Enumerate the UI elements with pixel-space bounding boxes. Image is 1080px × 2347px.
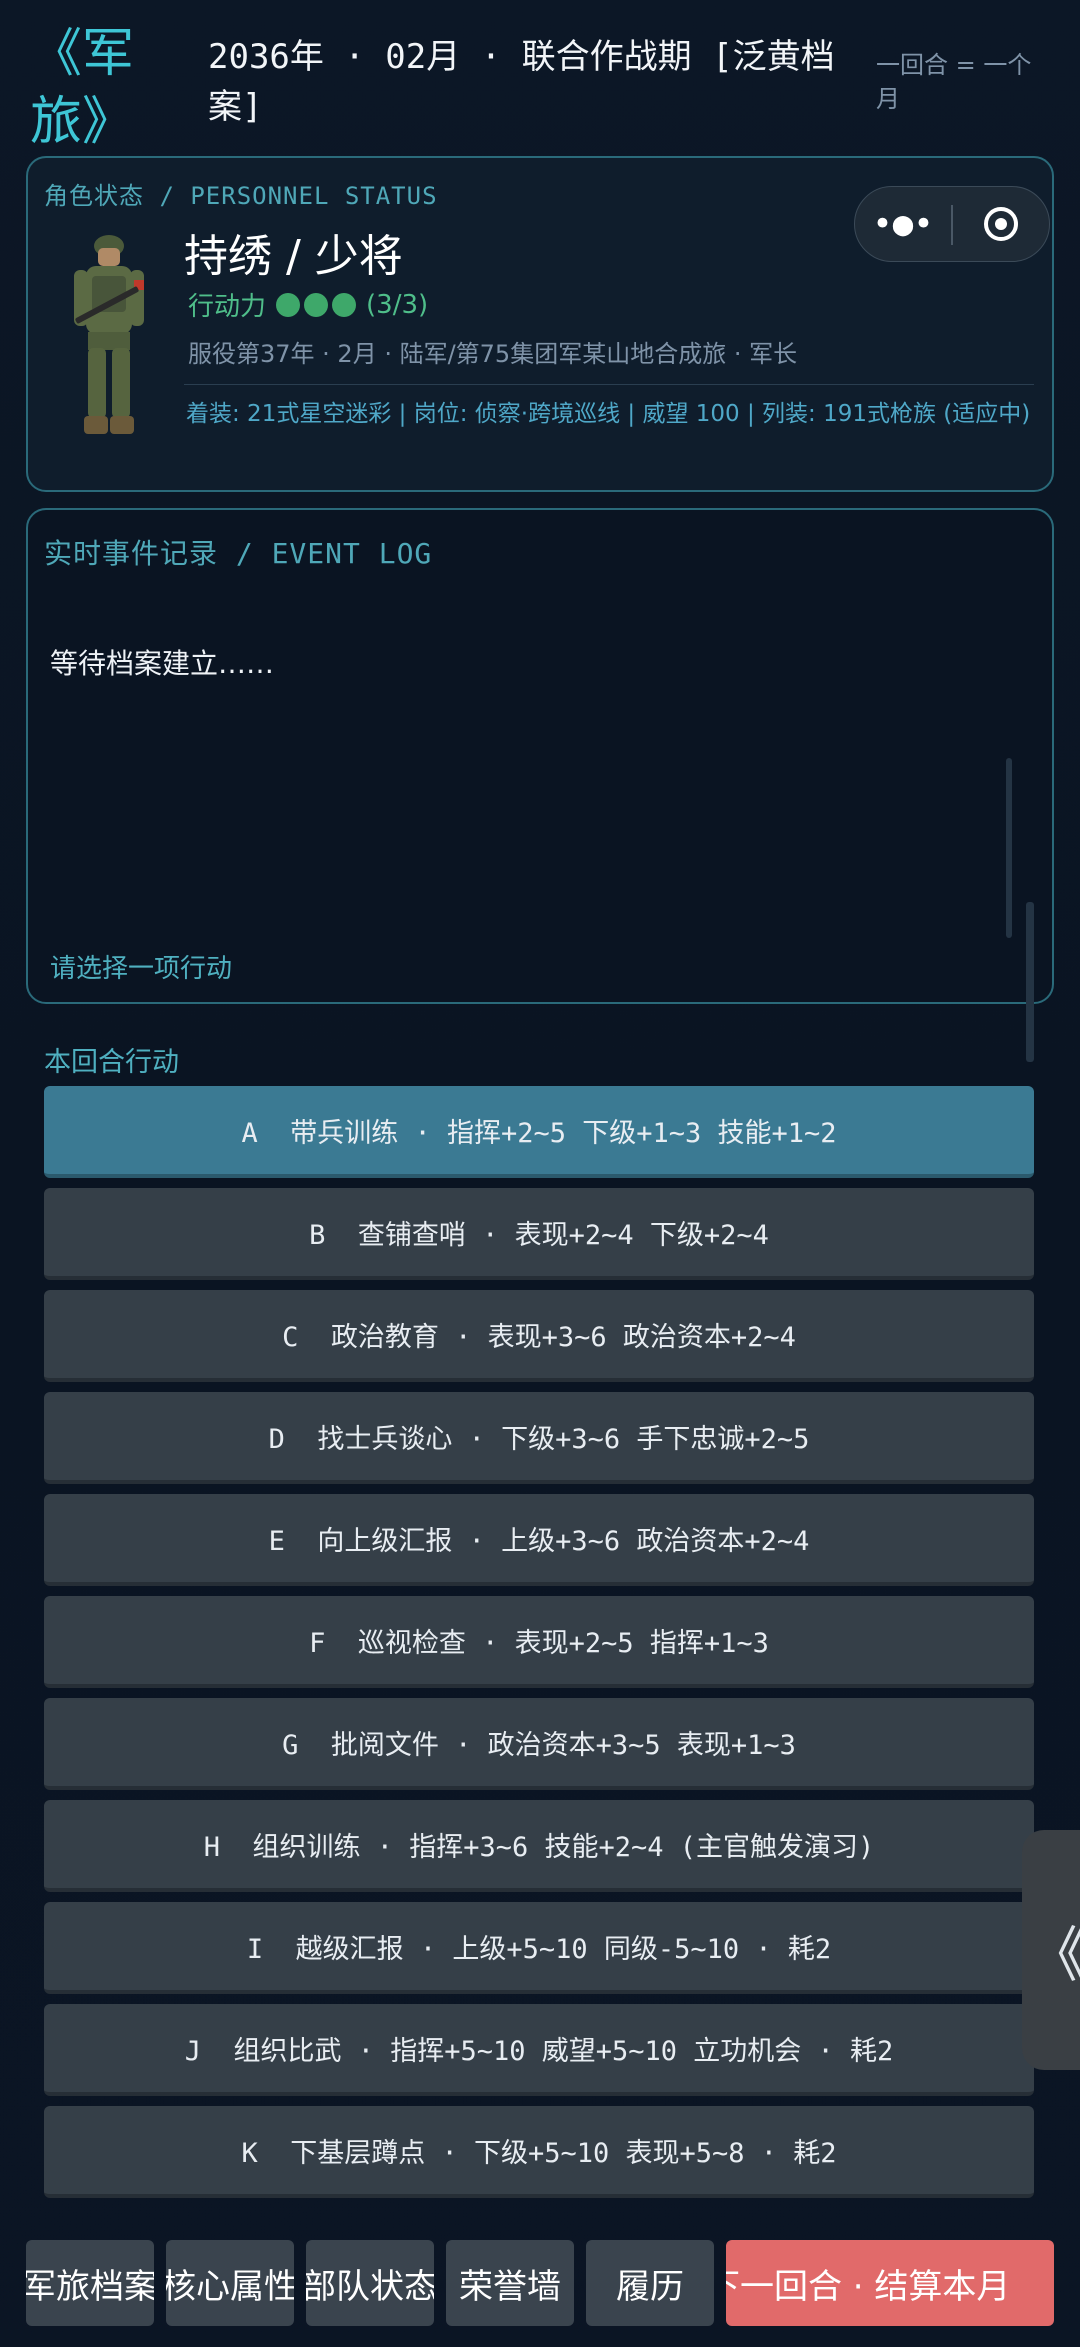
end-turn-button[interactable]: 下一回合 · 结算本月 [726, 2240, 1054, 2326]
section-label-personnel: 角色状态 / PERSONNEL STATUS [44, 182, 438, 210]
service-info: 服役第37年 · 2月 · 陆军/第75集团军某山地合成旅 · 军长 [188, 340, 798, 368]
soldier-avatar [74, 235, 144, 434]
action-prompt: 请选择一项行动 [50, 954, 233, 984]
event-log-panel: 实时事件记录 / EVENT LOG 等待档案建立…… 请选择一项行动 [26, 508, 1054, 1062]
action-button-5[interactable]: F 巡视检查 · 表现+2~5 指挥+1~3 [44, 1596, 1034, 1688]
action-button-4[interactable]: E 向上级汇报 · 上级+3~6 政治资本+2~4 [44, 1494, 1034, 1586]
side-drawer-tab[interactable]: 《 [1022, 1830, 1080, 2070]
more-dots-icon[interactable]: •●• [855, 187, 951, 261]
action-button-7[interactable]: H 组织训练 · 指挥+3~6 技能+2~4 (主官触发演习) [44, 1800, 1034, 1892]
action-button-10[interactable]: K 下基层蹲点 · 下级+5~10 表现+5~8 · 耗2 [44, 2106, 1034, 2198]
personnel-details: 着装: 21式星空迷彩 | 岗位: 侦察·跨境巡线 | 威望 100 | 列装:… [186, 401, 1031, 427]
action-button-1[interactable]: B 查铺查哨 · 表现+2~4 下级+2~4 [44, 1188, 1034, 1280]
nav-archive-button[interactable]: 军旅档案 [26, 2240, 154, 2326]
action-button-2[interactable]: C 政治教育 · 表现+3~6 政治资本+2~4 [44, 1290, 1034, 1382]
action-point-dot [304, 292, 329, 317]
scrollbar[interactable] [1026, 902, 1034, 1062]
action-list: A 带兵训练 · 指挥+2~5 下级+1~3 技能+1~2 B 查铺查哨 · 表现… [44, 1086, 1034, 2208]
action-button-3[interactable]: D 找士兵谈心 · 下级+3~6 手下忠诚+2~5 [44, 1392, 1034, 1484]
app-header: 《军旅》 2036年 · 02月 · 联合作战期 [泛黄档案] 一回合 = 一个… [0, 0, 1080, 152]
action-points-count: (3/3) [366, 289, 429, 320]
personnel-status-panel: 角色状态 / PERSONNEL STATUS •●• 持绣 / 少将 行动力 … [26, 156, 1054, 492]
nav-unit-status-button[interactable]: 部队状态 [306, 2240, 434, 2326]
scrollbar[interactable] [1006, 758, 1012, 938]
bottom-nav: 军旅档案 核心属性 部队状态 荣誉墙 履历 下一回合 · 结算本月 [0, 2230, 1080, 2347]
app-logo: 《军旅》 [30, 24, 135, 152]
nav-attributes-button[interactable]: 核心属性 [166, 2240, 294, 2326]
turn-period-note: 一回合 = 一个月 [876, 51, 1032, 113]
chevron-left-icon: 《 [1027, 1907, 1080, 1994]
actions-title: 本回合行动 [44, 1047, 179, 1078]
miniprogram-capsule[interactable]: •●• [854, 186, 1050, 262]
divider [184, 384, 1034, 385]
event-log-message: 等待档案建立…… [50, 647, 275, 680]
action-button-9[interactable]: J 组织比武 · 指挥+5~10 威望+5~10 立功机会 · 耗2 [44, 2004, 1034, 2096]
action-button-0[interactable]: A 带兵训练 · 指挥+2~5 下级+1~3 技能+1~2 [44, 1086, 1034, 1178]
action-points-label: 行动力 [188, 292, 267, 322]
personnel-name-rank: 持绣 / 少将 [184, 231, 403, 282]
action-button-8[interactable]: I 越级汇报 · 上级+5~10 同级-5~10 · 耗2 [44, 1902, 1034, 1994]
action-button-6[interactable]: G 批阅文件 · 政治资本+3~5 表现+1~3 [44, 1698, 1034, 1790]
end-turn-label: 下一回合 · 结算本月 [726, 2266, 1011, 2307]
target-icon[interactable] [953, 187, 1049, 261]
section-label-event-log: 实时事件记录 / EVENT LOG [44, 537, 433, 570]
action-point-dot [276, 292, 301, 317]
nav-honor-wall-button[interactable]: 荣誉墙 [446, 2240, 574, 2326]
action-points: 行动力 (3/3) [188, 286, 428, 323]
date-line: 2036年 · 02月 · 联合作战期 [泛黄档案] [208, 37, 835, 127]
nav-resume-button[interactable]: 履历 [586, 2240, 714, 2326]
action-point-dot [332, 292, 357, 317]
action-points-dots [276, 292, 357, 317]
